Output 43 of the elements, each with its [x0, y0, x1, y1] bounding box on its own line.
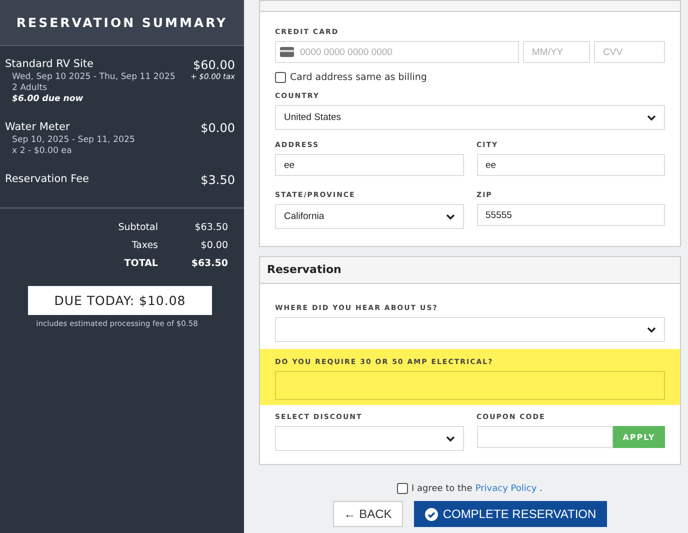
state-select[interactable]: California — [275, 204, 464, 229]
total-value: $0.00 — [200, 239, 228, 253]
chevron-down-icon — [446, 436, 454, 442]
discount-select[interactable] — [275, 426, 464, 451]
coupon-field[interactable] — [476, 426, 613, 448]
checkbox-label: Card address same as billing — [290, 72, 427, 83]
chevron-down-icon — [647, 326, 656, 332]
chevron-down-icon — [446, 214, 454, 220]
country-select[interactable]: United States — [275, 105, 665, 130]
referral-select[interactable] — [275, 317, 665, 342]
item-name: Water Meter — [5, 121, 70, 133]
city-field[interactable]: ee — [476, 154, 665, 176]
total-value: $63.50 — [190, 257, 228, 271]
total-label: Taxes — [130, 239, 158, 253]
total-label: TOTAL — [123, 257, 158, 271]
due-now-note: $6.00 due now — [12, 94, 84, 105]
total-value: $63.50 — [194, 221, 228, 235]
checkbox[interactable] — [397, 483, 408, 494]
section-title: Reservation — [260, 257, 680, 284]
address-field[interactable]: ee — [275, 154, 464, 176]
item-detail: x 2 - $0.00 ea — [12, 146, 73, 157]
zip-field[interactable]: 55555 — [476, 204, 665, 226]
credit-card-icon — [280, 47, 294, 57]
item-name: Reservation Fee — [5, 173, 90, 185]
check-circle-icon — [424, 508, 438, 520]
agree-text: I agree to the — [411, 484, 472, 494]
summary-title: RESERVATION SUMMARY — [0, 0, 244, 46]
total-label: Subtotal — [117, 221, 158, 235]
item-detail: Sep 10, 2025 - Sep 11, 2025 — [12, 135, 135, 146]
electrical-field[interactable] — [275, 371, 665, 400]
back-button[interactable]: ← BACK — [332, 501, 403, 527]
item-detail: Wed, Sep 10 2025 - Thu, Sep 11 2025 — [12, 72, 176, 83]
item-price: $60.00 — [193, 58, 235, 72]
period-text: . — [540, 484, 543, 494]
chevron-down-icon — [647, 114, 656, 120]
item-price: $3.50 — [200, 173, 235, 187]
checkbox[interactable] — [275, 72, 286, 83]
due-today-box: DUE TODAY: $10.08 — [28, 286, 212, 315]
item-price: $0.00 — [200, 121, 235, 135]
item-name: Standard RV Site — [5, 58, 94, 70]
complete-reservation-button[interactable]: COMPLETE RESERVATION — [414, 501, 608, 527]
privacy-policy-link[interactable]: Privacy Policy — [475, 484, 537, 494]
item-detail: 2 Adults — [12, 83, 48, 94]
